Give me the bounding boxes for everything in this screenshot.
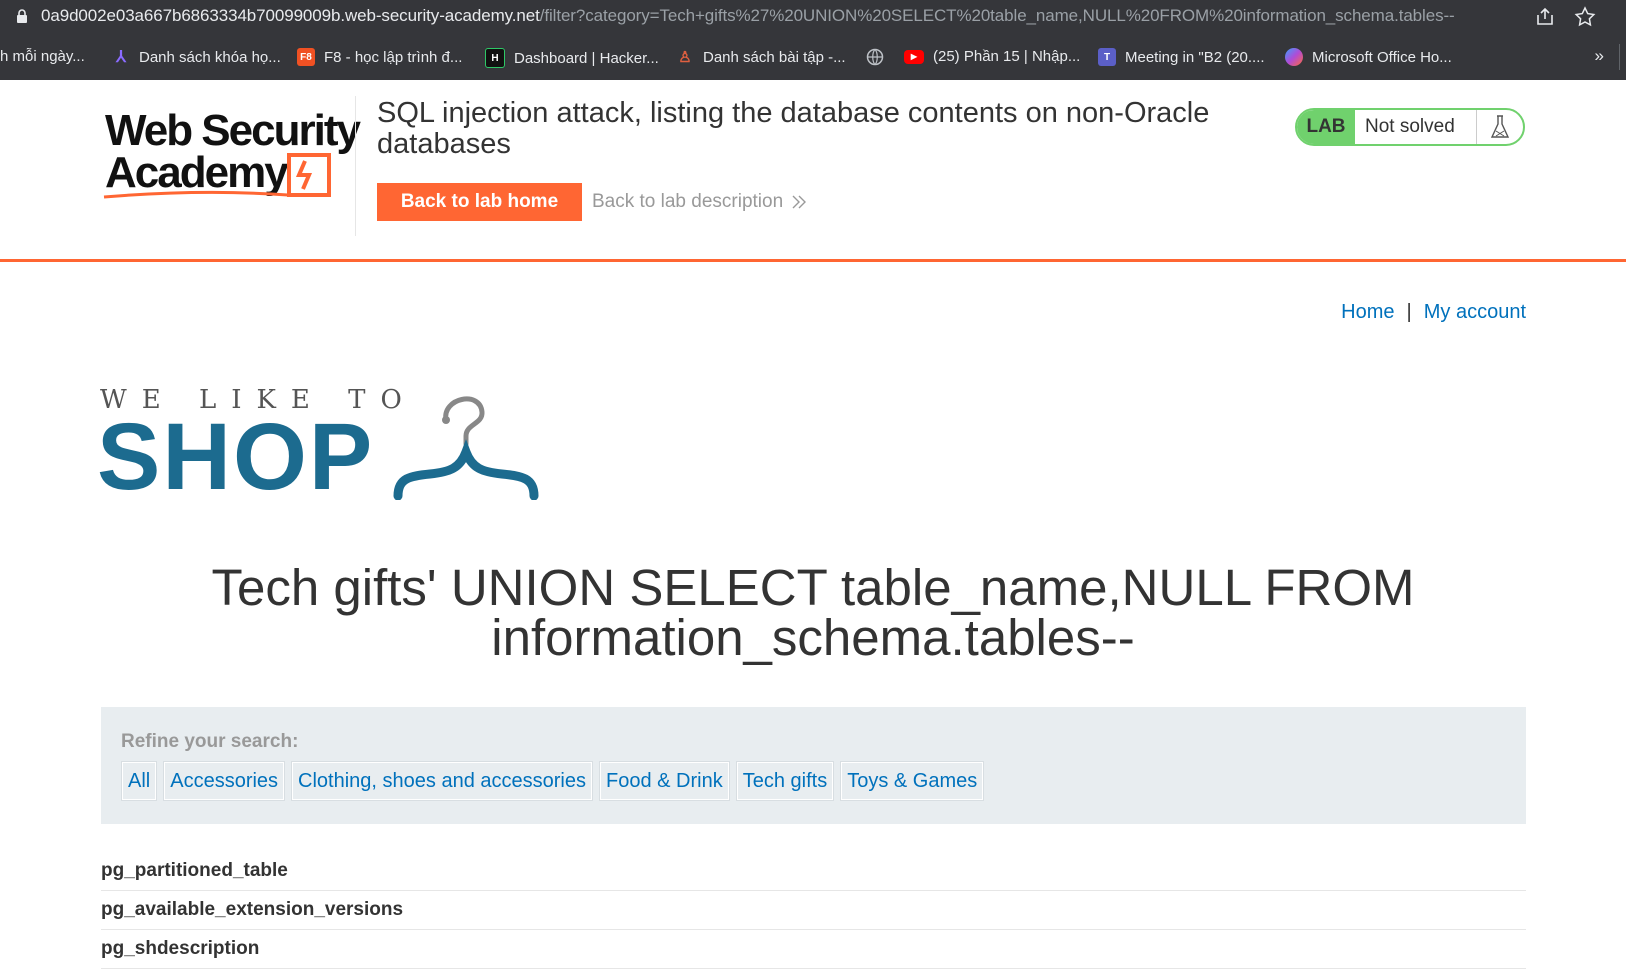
table-row: pg_partitioned_table: [101, 852, 1526, 891]
back-to-lab-home-button[interactable]: Back to lab home: [377, 183, 582, 221]
lab-status-badge: LAB: [1297, 110, 1355, 144]
filter-tech-gifts[interactable]: Tech gifts: [735, 761, 835, 801]
bookmark-label: Meeting in "B2 (20....: [1125, 48, 1265, 66]
filter-clothing[interactable]: Clothing, shoes and accessories: [291, 761, 593, 801]
bookmark-item-7[interactable]: ▶ (25) Phần 15 | Nhập...: [904, 48, 1080, 65]
lab-title: SQL injection attack, listing the databa…: [377, 97, 1210, 160]
person-icon: ♙: [678, 49, 692, 66]
we-like-to-shop-logo: WE LIKE TO SHOP: [97, 385, 545, 510]
url-path: /filter?category=Tech+gifts%27%20UNION%2…: [539, 6, 1455, 25]
nav-my-account-link[interactable]: My account: [1424, 301, 1526, 324]
top-navigation: Home | My account: [1341, 301, 1526, 324]
bookmark-item-1[interactable]: h mỗi ngày...: [0, 48, 85, 65]
bookmark-item-8[interactable]: T Meeting in "B2 (20....: [1098, 48, 1265, 66]
results-table: pg_partitioned_table pg_available_extens…: [101, 852, 1526, 969]
web-security-academy-logo[interactable]: Web Security Academy: [102, 103, 362, 199]
f8-icon: F8: [297, 48, 315, 66]
url-host: 0a9d002e03a667b6863334b70099009b.web-sec…: [41, 6, 540, 25]
category-heading: Tech gifts' UNION SELECT table_name,NULL…: [100, 559, 1526, 666]
browser-address-bar: 0a9d002e03a667b6863334b70099009b.web-sec…: [0, 0, 1626, 34]
refine-search-label: Refine your search:: [121, 731, 299, 752]
bookmark-label: Danh sách khóa họ...: [139, 48, 281, 66]
double-chevron-right-icon: [792, 195, 807, 209]
bookmark-label: h mỗi ngày...: [0, 48, 85, 65]
office-icon: [1285, 48, 1303, 66]
lab-status-text: Not solved: [1355, 110, 1477, 144]
filter-panel: Refine your search: All Accessories Clot…: [101, 707, 1526, 824]
nav-home-link[interactable]: Home: [1341, 301, 1394, 324]
url-field[interactable]: 0a9d002e03a667b6863334b70099009b.web-sec…: [41, 6, 1455, 26]
bookmark-item-6[interactable]: [866, 48, 884, 66]
bookmark-item-5[interactable]: ♙ Danh sách bài tập -...: [676, 48, 846, 67]
filter-toys-games[interactable]: Toys & Games: [840, 761, 985, 801]
back-to-lab-description-link[interactable]: Back to lab description: [592, 191, 807, 213]
category-heading-line-1: Tech gifts' UNION SELECT table_name,NULL…: [211, 559, 1415, 616]
filter-accessories[interactable]: Accessories: [163, 761, 286, 801]
filter-all[interactable]: All: [121, 761, 158, 801]
shop-logo-wordmark: SHOP: [97, 404, 375, 510]
bookmark-label: F8 - học lập trình đ...: [324, 48, 463, 66]
bookmark-label: Microsoft Office Ho...: [1312, 48, 1452, 66]
category-filter-list: All Accessories Clothing, shoes and acce…: [121, 761, 985, 801]
header-divider: [355, 96, 356, 236]
star-bookmark-icon[interactable]: [1574, 6, 1596, 28]
youtube-icon: ▶: [904, 49, 924, 64]
bookmark-label: (25) Phần 15 | Nhập...: [933, 48, 1081, 65]
bookmark-item-3[interactable]: F8 F8 - học lập trình đ...: [297, 48, 462, 66]
share-icon[interactable]: [1534, 6, 1556, 28]
logo-line-2: Academy: [105, 148, 289, 197]
bookmarks-more-button[interactable]: »: [1595, 46, 1604, 66]
lock-icon: [17, 9, 27, 23]
bookmarks-bar: h mỗi ngày... ⅄ Danh sách khóa họ... F8 F8…: [0, 34, 1626, 80]
bookmark-item-2[interactable]: ⅄ Danh sách khóa họ...: [112, 48, 281, 67]
hanger-icon: [393, 396, 539, 500]
nav-separator: |: [1406, 301, 1412, 323]
back-to-lab-description-label: Back to lab description: [592, 191, 784, 212]
table-row: pg_shdescription: [101, 930, 1526, 969]
bookmark-label: Dashboard | Hacker...: [514, 49, 659, 67]
lab-header: Web Security Academy SQL injection attac…: [0, 80, 1626, 262]
flask-icon: [1477, 110, 1523, 144]
table-row: pg_available_extension_versions: [101, 891, 1526, 930]
category-heading-line-2: information_schema.tables--: [491, 609, 1135, 666]
teams-icon: T: [1098, 48, 1116, 66]
bookmark-label: Danh sách bài tập -...: [703, 48, 846, 66]
bookmarks-divider: [1619, 44, 1620, 70]
bookmark-item-9[interactable]: Microsoft Office Ho...: [1285, 48, 1452, 66]
filter-food-drink[interactable]: Food & Drink: [599, 761, 730, 801]
purple-a-icon: ⅄: [116, 49, 126, 66]
bookmark-item-4[interactable]: H Dashboard | Hacker...: [485, 48, 659, 68]
hackerrank-icon: H: [485, 48, 505, 68]
globe-icon: [866, 48, 884, 66]
lab-status-widget: LAB Not solved: [1295, 108, 1525, 146]
